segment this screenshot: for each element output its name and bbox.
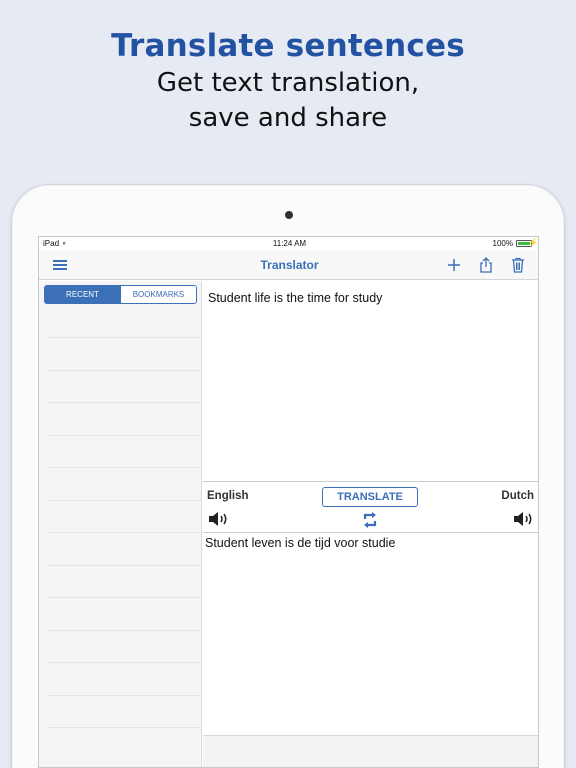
add-icon[interactable] [445,256,463,274]
source-text: Student life is the time for study [208,291,383,305]
battery-percentage: 100% [492,239,513,248]
segment-bookmarks[interactable]: BOOKMARKS [120,286,196,303]
sidebar-row-divider [47,630,202,631]
charging-icon: ⚡ [528,238,538,247]
sidebar-row-divider [47,727,202,728]
sidebar-row-divider [47,402,202,403]
sidebar-row-divider [47,597,202,598]
status-time: 11:24 AM [272,239,307,248]
target-text-area[interactable]: Student leven is de tijd voor studie [203,533,538,735]
segment-recent[interactable]: RECENT [45,286,120,303]
navigation-bar: Translator [39,250,538,280]
front-camera [285,211,293,219]
sidebar-row-divider [47,370,202,371]
sidebar-row-divider [47,500,202,501]
nav-title: Translator [260,258,319,272]
recent-bookmarks-segment: RECENT BOOKMARKS [44,285,197,304]
sidebar-row-divider [47,467,202,468]
source-text-area[interactable]: Student life is the time for study [203,281,538,481]
bottom-toolbar [203,735,538,767]
sidebar-row-divider [47,662,202,663]
app-screen: iPad ⚬ 11:24 AM 100% ⚡ Translator RECENT… [38,236,539,768]
status-bar: iPad ⚬ 11:24 AM 100% ⚡ [39,237,538,250]
promo-subline-1: Get text translation, [156,68,420,98]
history-sidebar: RECENT BOOKMARKS [39,281,202,767]
share-icon[interactable] [477,256,495,274]
promo-subline-2: save and share [188,103,388,133]
sidebar-row-divider [47,565,202,566]
trash-icon[interactable] [509,256,527,274]
sidebar-row-divider [47,695,202,696]
speaker-source-icon[interactable] [208,510,230,528]
promo-headline: Translate sentences [111,28,465,64]
speaker-target-icon[interactable] [513,510,535,528]
sidebar-row-divider [47,532,202,533]
translate-button[interactable]: TRANSLATE [322,487,418,507]
sidebar-row-divider [47,337,202,338]
source-language-button[interactable]: English [207,490,249,502]
language-bar: English TRANSLATE Dutch [203,481,538,533]
swap-languages-icon[interactable] [361,510,379,530]
target-language-button[interactable]: Dutch [501,490,534,502]
sidebar-row-divider [47,435,202,436]
target-text: Student leven is de tijd voor studie [205,536,396,550]
